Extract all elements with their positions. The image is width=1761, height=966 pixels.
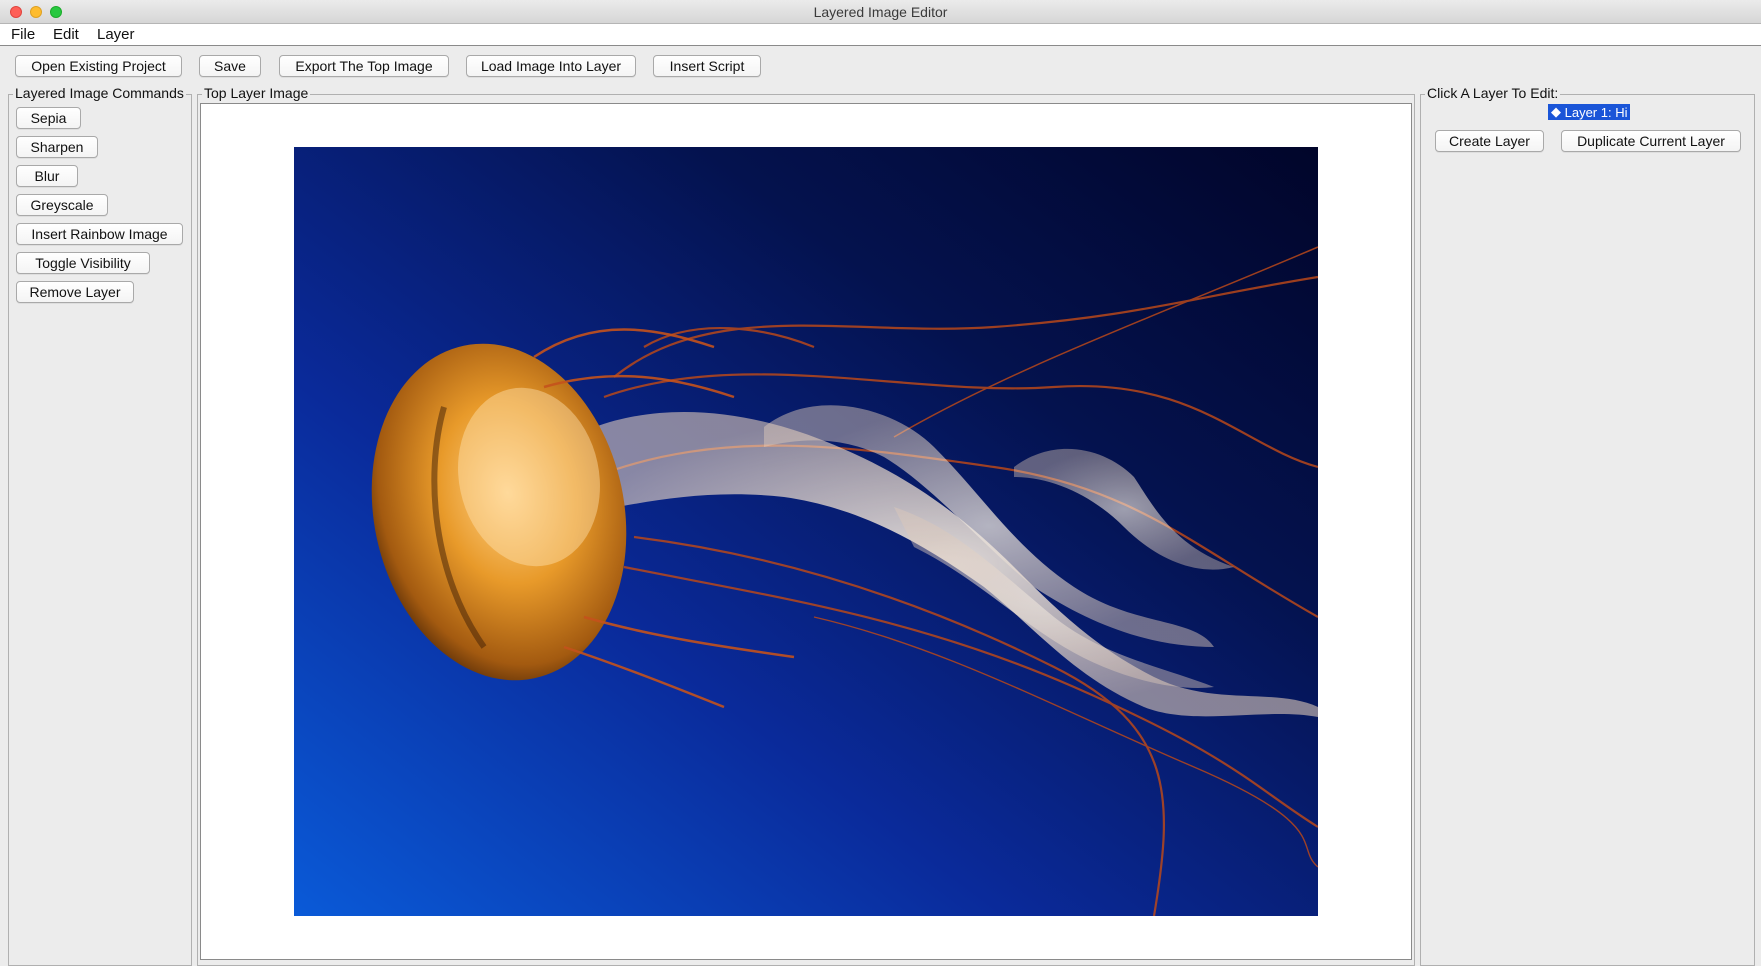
duplicate-layer-button[interactable]: Duplicate Current Layer — [1561, 130, 1741, 152]
blur-button[interactable]: Blur — [16, 165, 78, 187]
layer-list-item-selected[interactable]: ◆ Layer 1: Hi — [1548, 104, 1631, 120]
jellyfish-photo — [294, 147, 1318, 916]
insert-script-button[interactable]: Insert Script — [653, 55, 761, 77]
sepia-button[interactable]: Sepia — [16, 107, 81, 129]
bullet-icon: ◆ — [1551, 104, 1565, 119]
canvas-panel-title: Top Layer Image — [202, 85, 311, 101]
load-image-button[interactable]: Load Image Into Layer — [466, 55, 636, 77]
menu-file[interactable]: File — [11, 26, 35, 43]
remove-layer-button[interactable]: Remove Layer — [16, 281, 134, 303]
menu-edit[interactable]: Edit — [53, 26, 79, 43]
sharpen-button[interactable]: Sharpen — [16, 136, 98, 158]
greyscale-button[interactable]: Greyscale — [16, 194, 108, 216]
layers-panel-title: Click A Layer To Edit: — [1425, 85, 1561, 101]
layers-panel: Click A Layer To Edit: — [1420, 85, 1755, 966]
export-top-image-button[interactable]: Export The Top Image — [279, 55, 449, 77]
open-project-button[interactable]: Open Existing Project — [15, 55, 182, 77]
insert-rainbow-button[interactable]: Insert Rainbow Image — [16, 223, 183, 245]
menu-layer[interactable]: Layer — [97, 26, 135, 43]
commands-panel-title: Layered Image Commands — [13, 85, 186, 101]
window-title: Layered Image Editor — [813, 4, 948, 20]
jellyfish-image — [294, 147, 1318, 916]
create-layer-button[interactable]: Create Layer — [1435, 130, 1544, 152]
menu-bar: File Edit Layer — [0, 24, 1761, 46]
save-button[interactable]: Save — [199, 55, 261, 77]
toggle-visibility-button[interactable]: Toggle Visibility — [16, 252, 150, 274]
layer-label: Layer 1: Hi — [1564, 104, 1628, 120]
title-bar: Layered Image Editor — [0, 0, 1761, 24]
